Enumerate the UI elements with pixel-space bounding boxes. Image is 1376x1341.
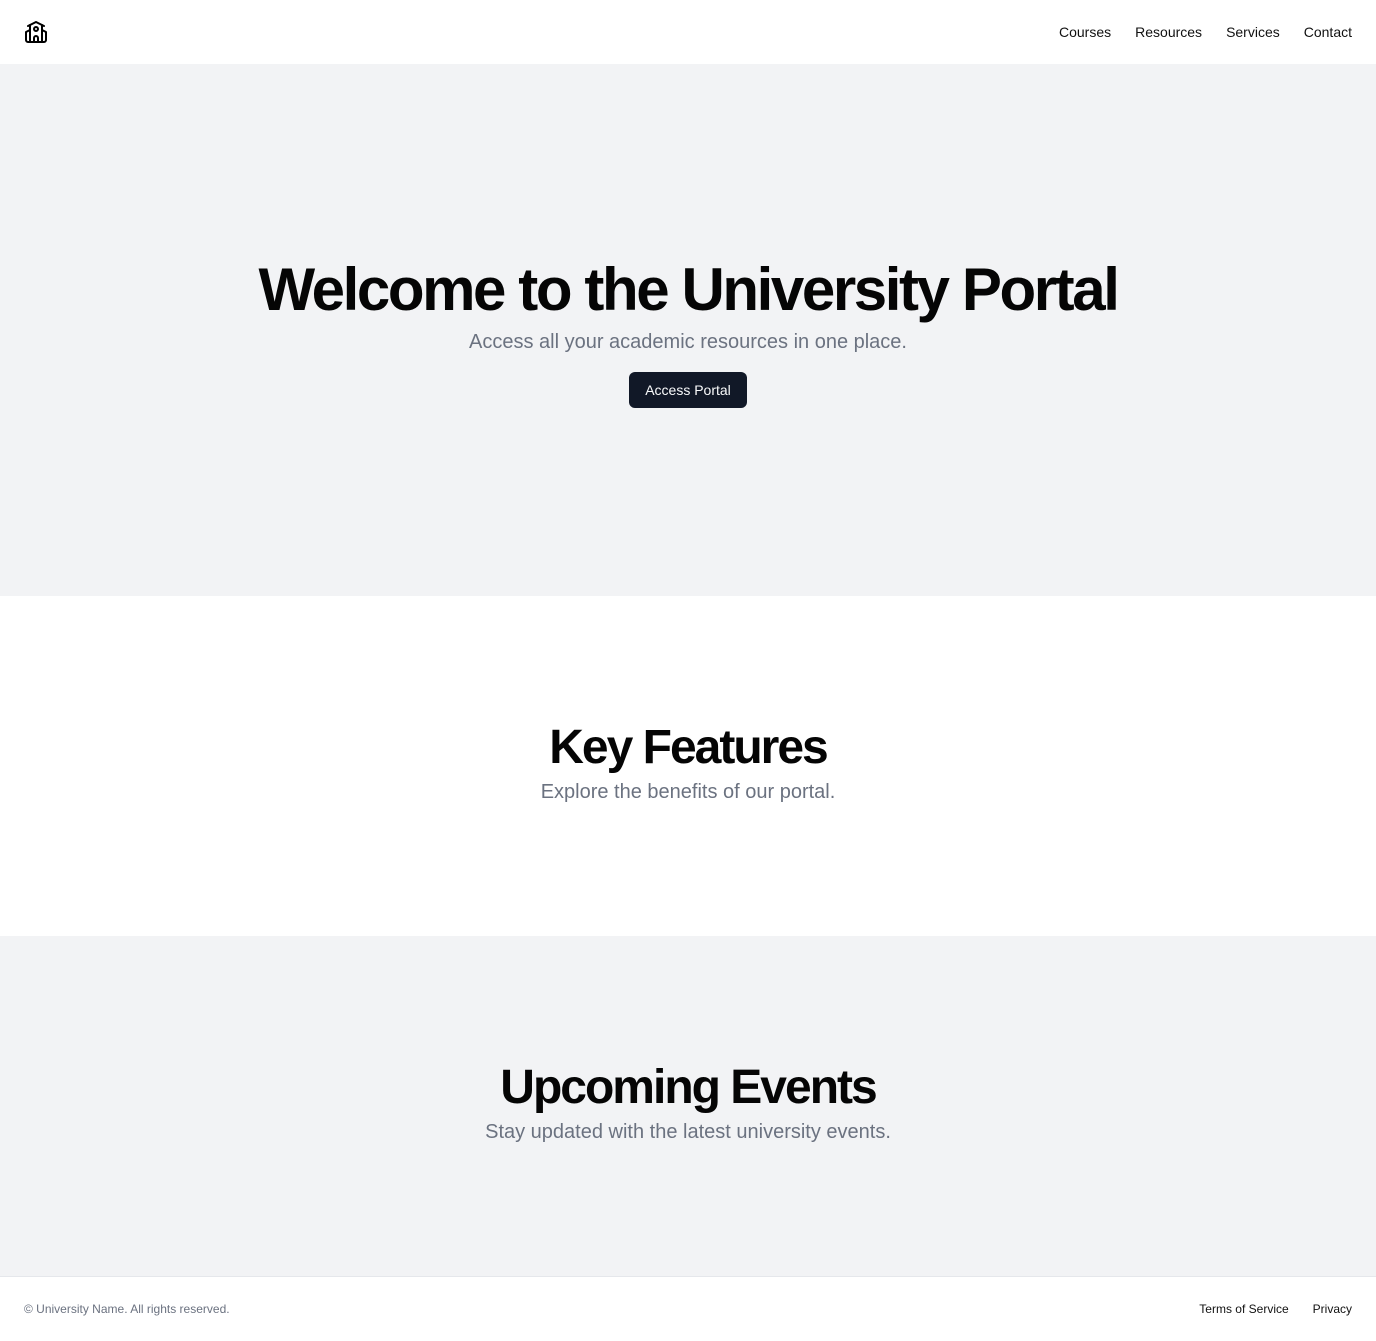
site-header: Courses Resources Services Contact bbox=[0, 0, 1376, 64]
nav-link-contact[interactable]: Contact bbox=[1304, 24, 1352, 40]
hero-subtitle: Access all your academic resources in on… bbox=[469, 331, 907, 353]
school-building-icon bbox=[25, 21, 47, 43]
nav-link-resources[interactable]: Resources bbox=[1135, 24, 1202, 40]
page: Courses Resources Services Contact Welco… bbox=[0, 0, 1376, 1341]
hero-section: Welcome to the University Portal Access … bbox=[0, 64, 1376, 596]
hero-title: Welcome to the University Portal bbox=[258, 256, 1119, 323]
home-logo-link[interactable] bbox=[24, 20, 48, 44]
copyright-text: © University Name. All rights reserved. bbox=[24, 1302, 230, 1316]
site-footer: © University Name. All rights reserved. … bbox=[0, 1276, 1376, 1341]
access-portal-button[interactable]: Access Portal bbox=[629, 372, 747, 408]
features-title: Key Features bbox=[549, 721, 828, 774]
events-subtitle: Stay updated with the latest university … bbox=[485, 1121, 891, 1143]
footer-link-privacy[interactable]: Privacy bbox=[1313, 1302, 1352, 1316]
nav-link-courses[interactable]: Courses bbox=[1059, 24, 1111, 40]
nav-link-services[interactable]: Services bbox=[1226, 24, 1280, 40]
features-subtitle: Explore the benefits of our portal. bbox=[540, 781, 836, 803]
footer-link-terms[interactable]: Terms of Service bbox=[1199, 1302, 1288, 1316]
main-nav: Courses Resources Services Contact bbox=[1059, 24, 1352, 40]
events-title: Upcoming Events bbox=[500, 1061, 877, 1114]
upcoming-events-section: Upcoming Events Stay updated with the la… bbox=[0, 936, 1376, 1276]
footer-nav: Terms of Service Privacy bbox=[1199, 1302, 1352, 1316]
key-features-section: Key Features Explore the benefits of our… bbox=[0, 596, 1376, 936]
